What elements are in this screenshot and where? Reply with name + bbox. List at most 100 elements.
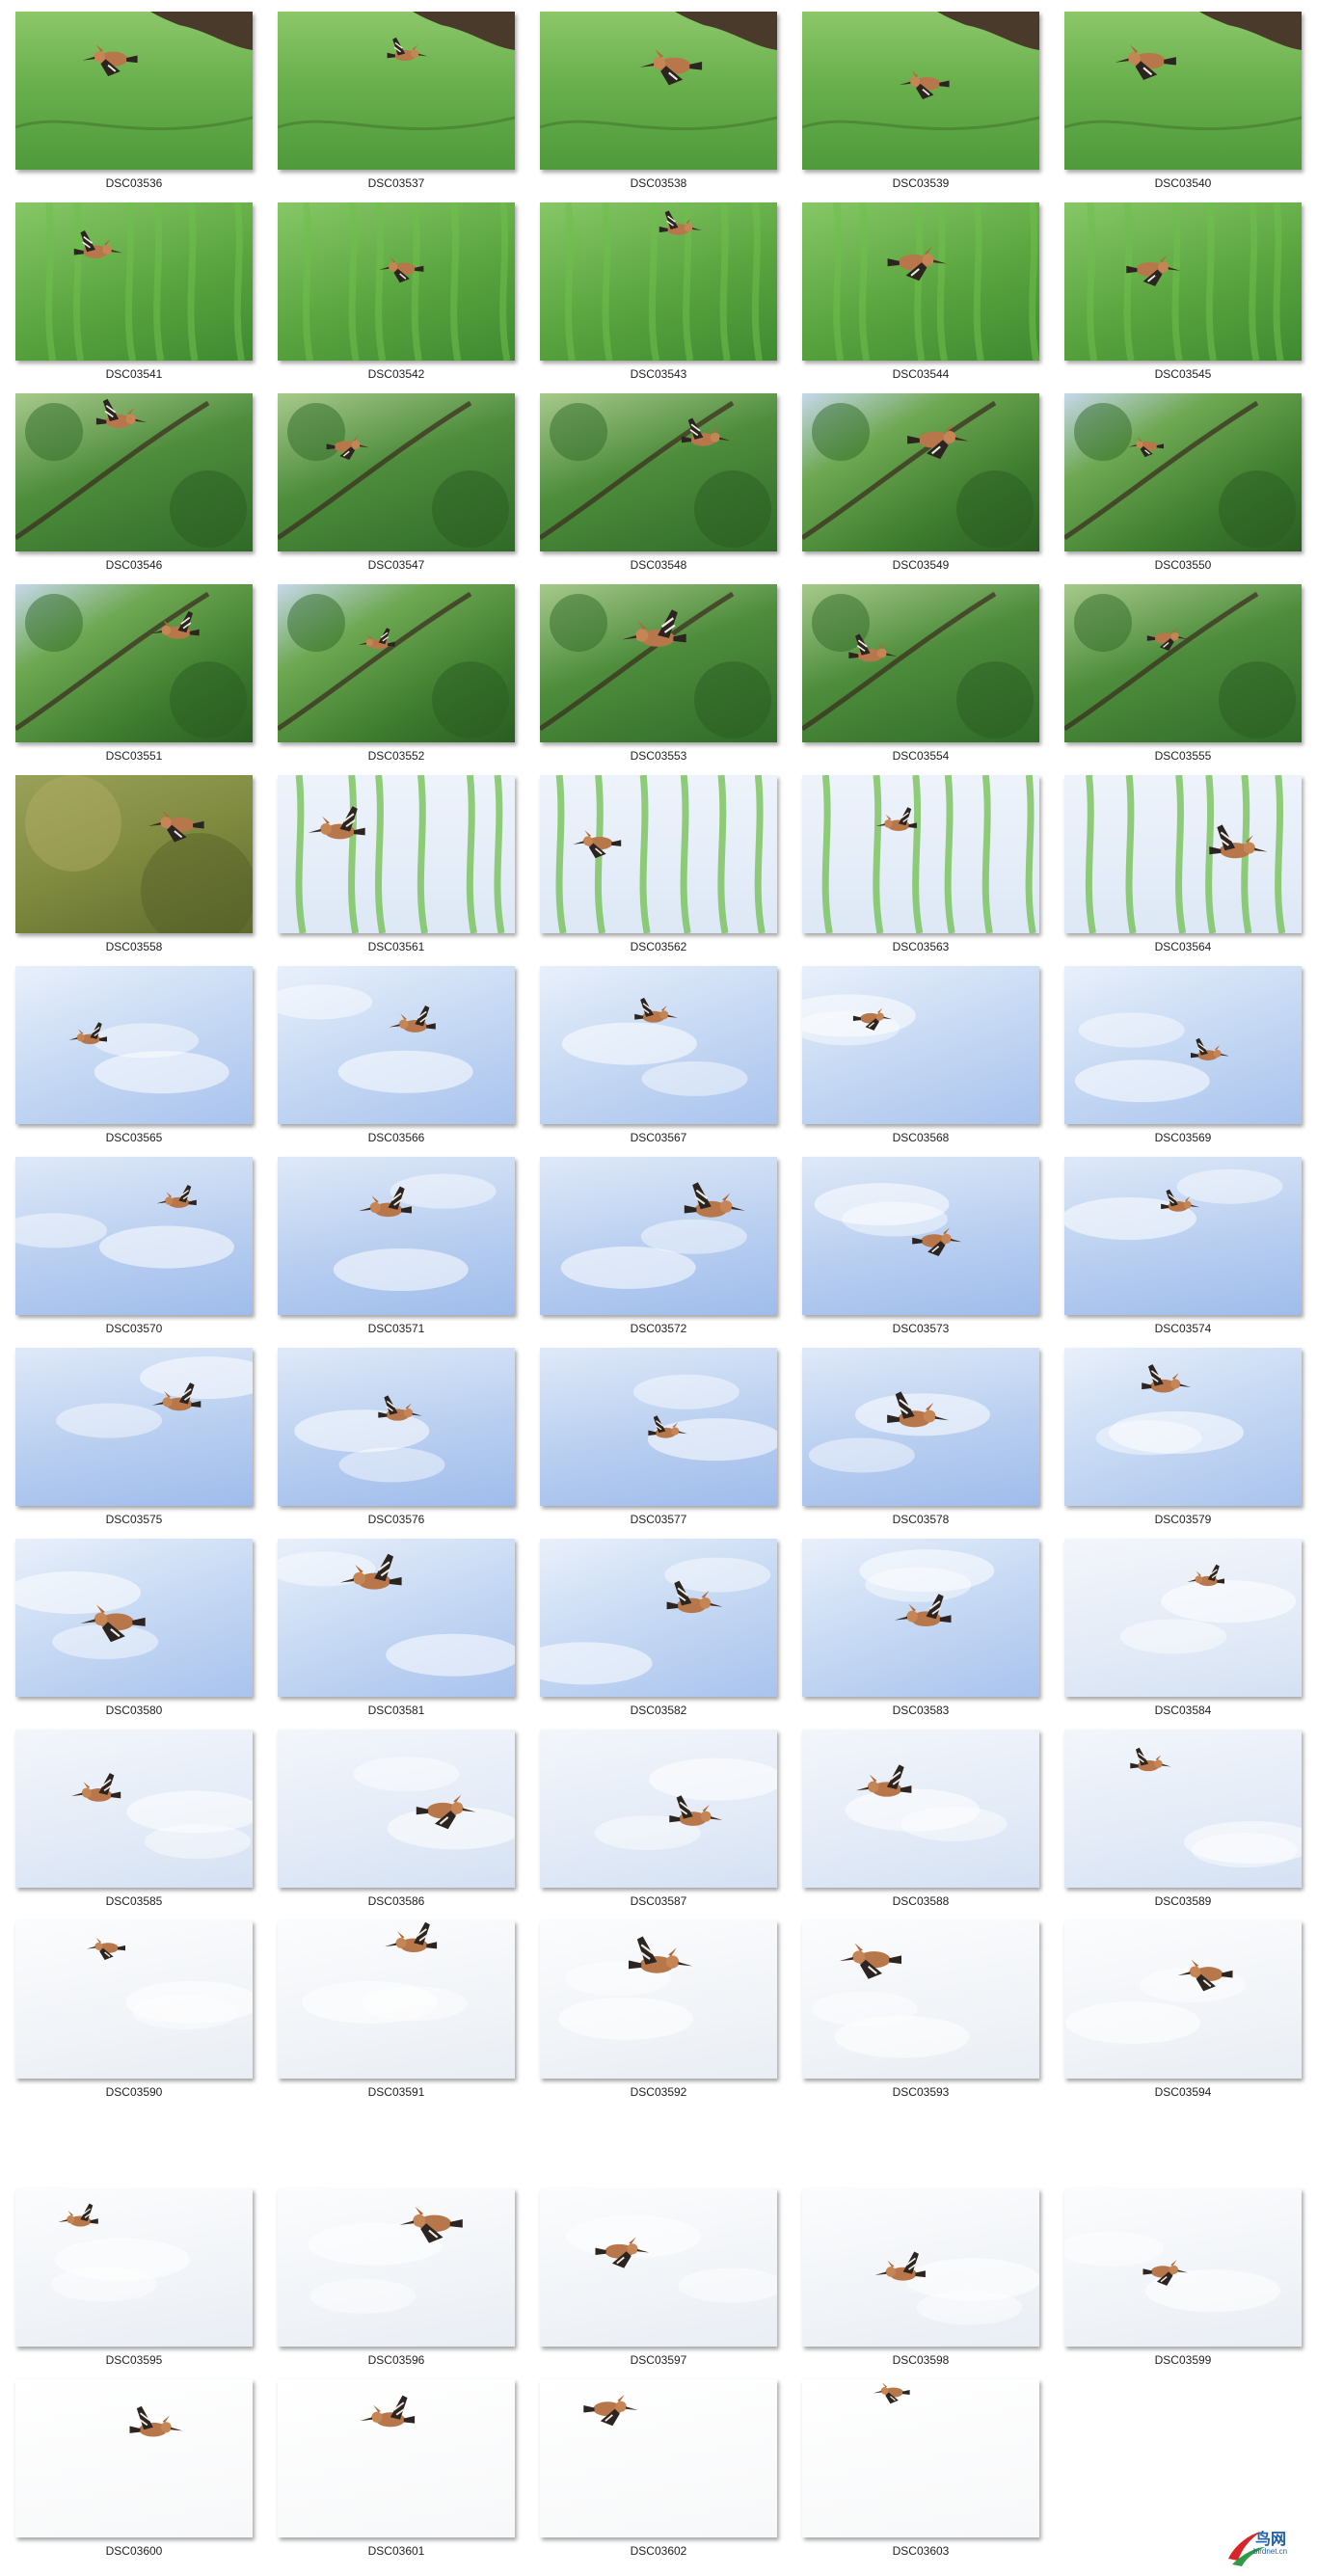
thumbnail-image[interactable] [15, 2188, 253, 2347]
thumbnail-image[interactable] [802, 1730, 1039, 1888]
thumbnail-image[interactable] [15, 584, 253, 742]
thumbnail-item[interactable]: DSC03562 [540, 775, 777, 956]
thumbnail-image[interactable] [540, 966, 777, 1124]
thumbnail-image[interactable] [540, 12, 777, 170]
thumbnail-item[interactable]: DSC03600 [15, 2379, 253, 2561]
thumbnail-item[interactable]: DSC03594 [1064, 1920, 1302, 2102]
thumbnail-image[interactable] [802, 1157, 1039, 1315]
thumbnail-image[interactable] [15, 393, 253, 551]
thumbnail-item[interactable]: DSC03569 [1064, 966, 1302, 1147]
thumbnail-image[interactable] [1064, 966, 1302, 1124]
thumbnail-image[interactable] [278, 12, 515, 170]
thumbnail-item[interactable]: DSC03579 [1064, 1348, 1302, 1529]
thumbnail-item[interactable]: DSC03537 [278, 12, 515, 193]
thumbnail-item[interactable]: DSC03567 [540, 966, 777, 1147]
thumbnail-image[interactable] [1064, 1348, 1302, 1506]
thumbnail-image[interactable] [802, 12, 1039, 170]
thumbnail-item[interactable]: DSC03596 [278, 2188, 515, 2370]
thumbnail-image[interactable] [278, 584, 515, 742]
thumbnail-item[interactable]: DSC03554 [802, 584, 1039, 765]
thumbnail-image[interactable] [802, 2379, 1039, 2537]
thumbnail-item[interactable]: DSC03570 [15, 1157, 253, 1338]
thumbnail-image[interactable] [540, 1348, 777, 1506]
thumbnail-item[interactable]: DSC03576 [278, 1348, 515, 1529]
thumbnail-item[interactable]: DSC03583 [802, 1539, 1039, 1720]
thumbnail-item[interactable]: DSC03593 [802, 1920, 1039, 2102]
thumbnail-image[interactable] [15, 1920, 253, 2079]
thumbnail-item[interactable]: DSC03551 [15, 584, 253, 765]
thumbnail-item[interactable]: DSC03536 [15, 12, 253, 193]
thumbnail-image[interactable] [540, 2188, 777, 2347]
thumbnail-image[interactable] [1064, 393, 1302, 551]
thumbnail-item[interactable]: DSC03586 [278, 1730, 515, 1911]
thumbnail-image[interactable] [540, 202, 777, 361]
thumbnail-image[interactable] [15, 966, 253, 1124]
thumbnail-item[interactable]: DSC03588 [802, 1730, 1039, 1911]
thumbnail-image[interactable] [1064, 775, 1302, 933]
thumbnail-image[interactable] [15, 1539, 253, 1697]
thumbnail-image[interactable] [802, 1920, 1039, 2079]
thumbnail-image[interactable] [278, 1157, 515, 1315]
thumbnail-item[interactable]: DSC03601 [278, 2379, 515, 2561]
thumbnail-image[interactable] [278, 393, 515, 551]
thumbnail-item[interactable]: DSC03540 [1064, 12, 1302, 193]
thumbnail-image[interactable] [802, 393, 1039, 551]
thumbnail-item[interactable]: DSC03543 [540, 202, 777, 384]
thumbnail-image[interactable] [15, 12, 253, 170]
thumbnail-image[interactable] [278, 2188, 515, 2347]
thumbnail-item[interactable]: DSC03564 [1064, 775, 1302, 956]
thumbnail-item[interactable]: DSC03602 [540, 2379, 777, 2561]
thumbnail-image[interactable] [540, 1730, 777, 1888]
thumbnail-image[interactable] [1064, 1730, 1302, 1888]
thumbnail-image[interactable] [278, 1920, 515, 2079]
thumbnail-image[interactable] [15, 202, 253, 361]
thumbnail-image[interactable] [540, 1539, 777, 1697]
thumbnail-item[interactable]: DSC03565 [15, 966, 253, 1147]
thumbnail-item[interactable]: DSC03589 [1064, 1730, 1302, 1911]
thumbnail-item[interactable]: DSC03550 [1064, 393, 1302, 575]
thumbnail-image[interactable] [802, 1348, 1039, 1506]
thumbnail-item[interactable]: DSC03595 [15, 2188, 253, 2370]
thumbnail-item[interactable]: DSC03571 [278, 1157, 515, 1338]
thumbnail-image[interactable] [1064, 1539, 1302, 1697]
thumbnail-image[interactable] [15, 1157, 253, 1315]
thumbnail-item[interactable]: DSC03598 [802, 2188, 1039, 2370]
thumbnail-item[interactable]: DSC03572 [540, 1157, 777, 1338]
thumbnail-item[interactable]: DSC03538 [540, 12, 777, 193]
thumbnail-image[interactable] [278, 1730, 515, 1888]
thumbnail-item[interactable]: DSC03599 [1064, 2188, 1302, 2370]
thumbnail-image[interactable] [15, 775, 253, 933]
thumbnail-item[interactable]: DSC03542 [278, 202, 515, 384]
thumbnail-item[interactable]: DSC03563 [802, 775, 1039, 956]
thumbnail-item[interactable]: DSC03585 [15, 1730, 253, 1911]
thumbnail-item[interactable]: DSC03584 [1064, 1539, 1302, 1720]
thumbnail-image[interactable] [540, 393, 777, 551]
thumbnail-image[interactable] [278, 2379, 515, 2537]
thumbnail-image[interactable] [802, 1539, 1039, 1697]
thumbnail-item[interactable]: DSC03566 [278, 966, 515, 1147]
thumbnail-image[interactable] [540, 584, 777, 742]
thumbnail-image[interactable] [802, 775, 1039, 933]
thumbnail-item[interactable]: DSC03544 [802, 202, 1039, 384]
thumbnail-item[interactable]: DSC03575 [15, 1348, 253, 1529]
thumbnail-image[interactable] [1064, 12, 1302, 170]
thumbnail-image[interactable] [802, 966, 1039, 1124]
thumbnail-item[interactable]: DSC03582 [540, 1539, 777, 1720]
thumbnail-image[interactable] [540, 775, 777, 933]
thumbnail-item[interactable]: DSC03547 [278, 393, 515, 575]
thumbnail-item[interactable]: DSC03603 [802, 2379, 1039, 2561]
thumbnail-item[interactable]: DSC03574 [1064, 1157, 1302, 1338]
thumbnail-item[interactable]: DSC03587 [540, 1730, 777, 1911]
thumbnail-image[interactable] [540, 1157, 777, 1315]
thumbnail-item[interactable]: DSC03591 [278, 1920, 515, 2102]
thumbnail-item[interactable]: DSC03539 [802, 12, 1039, 193]
thumbnail-image[interactable] [278, 775, 515, 933]
thumbnail-image[interactable] [1064, 2188, 1302, 2347]
thumbnail-image[interactable] [1064, 584, 1302, 742]
thumbnail-item[interactable]: DSC03592 [540, 1920, 777, 2102]
thumbnail-item[interactable]: DSC03558 [15, 775, 253, 956]
thumbnail-item[interactable]: DSC03578 [802, 1348, 1039, 1529]
thumbnail-item[interactable]: DSC03549 [802, 393, 1039, 575]
thumbnail-image[interactable] [15, 1730, 253, 1888]
thumbnail-item[interactable]: DSC03541 [15, 202, 253, 384]
